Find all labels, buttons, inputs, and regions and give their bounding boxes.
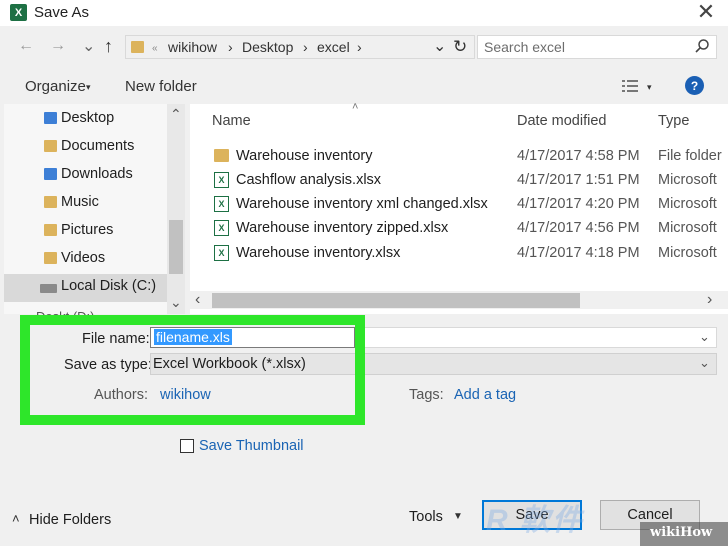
hide-folders-icon[interactable]: ˄ <box>12 511 20 526</box>
excel-app-icon: X <box>10 4 27 21</box>
folder-icon <box>131 41 144 53</box>
scroll-down-icon[interactable]: ⌄ <box>170 294 182 311</box>
search-placeholder: Search excel <box>484 39 565 55</box>
file-name: Cashflow analysis.xlsx <box>236 172 382 188</box>
sort-ascending-icon: ˄ <box>352 101 359 113</box>
organize-button[interactable]: Organize <box>25 78 86 95</box>
file-date: 4/17/2017 4:18 PM <box>517 245 640 261</box>
nav-scrollbar[interactable] <box>167 104 185 314</box>
nav-item-label: Pictures <box>61 222 114 238</box>
videos-folder-icon <box>44 252 57 264</box>
column-header-date-modified[interactable]: Date modified <box>517 113 606 129</box>
file-date: 4/17/2017 4:56 PM <box>517 220 640 236</box>
folder-icon <box>214 149 229 162</box>
column-header-type[interactable]: Type <box>658 113 689 129</box>
save-as-type-dropdown-icon[interactable]: ⌄ <box>699 355 710 371</box>
file-name: Warehouse inventory xml changed.xlsx <box>236 196 488 212</box>
file-type: Microsoft <box>658 220 717 236</box>
nav-item-desktop[interactable]: Desktop <box>44 110 114 126</box>
tools-button[interactable]: Tools <box>409 509 443 525</box>
nav-item-label: Downloads <box>61 166 133 182</box>
column-header-name[interactable]: Name <box>212 113 251 129</box>
disk-icon <box>40 283 57 293</box>
view-options-icon[interactable] <box>622 79 638 95</box>
scroll-left-icon[interactable]: ‹ <box>195 291 200 309</box>
file-name: Warehouse inventory <box>236 148 373 164</box>
breadcrumb-desktop[interactable]: Desktop <box>242 39 293 55</box>
file-type: File folder <box>658 148 722 164</box>
nav-item-label: Music <box>61 194 99 210</box>
scroll-right-icon[interactable]: › <box>707 291 712 309</box>
view-caret-icon[interactable]: ▾ <box>647 82 652 93</box>
nav-item-label: Documents <box>61 138 135 154</box>
file-name: Warehouse inventory zipped.xlsx <box>236 220 449 236</box>
organize-caret-icon: ▾ <box>86 82 91 92</box>
file-type: Microsoft <box>658 196 717 212</box>
forward-arrow-icon[interactable]: → <box>50 37 66 55</box>
tools-caret-icon[interactable]: ▼ <box>453 511 463 522</box>
file-date: 4/17/2017 4:58 PM <box>517 148 640 164</box>
tags-label: Tags: <box>409 387 444 403</box>
overflow-icon: « <box>152 43 158 54</box>
file-name-field-extension[interactable] <box>355 327 717 348</box>
nav-item-downloads[interactable]: Downloads <box>44 166 133 182</box>
back-arrow-icon[interactable]: ← <box>18 37 34 55</box>
pictures-folder-icon <box>44 224 57 236</box>
file-name: Warehouse inventory.xlsx <box>236 245 401 261</box>
help-icon[interactable]: ? <box>685 76 704 95</box>
file-name-dropdown-icon[interactable]: ⌄ <box>699 329 710 345</box>
scroll-up-icon[interactable]: ⌃ <box>170 106 182 123</box>
excel-file-icon: X <box>214 196 229 212</box>
save-thumbnail-label[interactable]: Save Thumbnail <box>199 438 304 454</box>
file-list-scrollbar-thumb[interactable] <box>212 293 580 308</box>
nav-item-local-disk[interactable]: Local Disk (C:) <box>40 278 156 294</box>
nav-item-documents[interactable]: Documents <box>44 138 134 154</box>
file-type: Microsoft <box>658 172 717 188</box>
nav-item-pictures[interactable]: Pictures <box>44 222 113 238</box>
save-thumbnail-checkbox[interactable] <box>180 439 194 453</box>
new-folder-button[interactable]: New folder <box>125 78 197 95</box>
breadcrumb-separator[interactable]: › <box>303 39 308 55</box>
nav-scrollbar-thumb[interactable] <box>169 220 183 274</box>
up-arrow-icon[interactable]: ↑ <box>104 36 113 57</box>
highlight-box <box>20 315 365 425</box>
excel-file-icon: X <box>214 220 229 236</box>
wikihow-badge: wikiHow <box>650 525 713 540</box>
close-icon[interactable]: ✕ <box>690 0 722 26</box>
nav-item-music[interactable]: Music <box>44 194 99 210</box>
command-toolbar <box>0 68 728 104</box>
add-tag-link[interactable]: Add a tag <box>454 387 516 403</box>
download-folder-icon <box>44 168 57 180</box>
nav-item-label: Videos <box>61 250 106 266</box>
file-date: 4/17/2017 1:51 PM <box>517 172 640 188</box>
file-type: Microsoft <box>658 245 717 261</box>
watermark-logo: R 軟件 <box>486 504 584 537</box>
recent-locations-icon[interactable]: ⌄ <box>82 36 95 56</box>
breadcrumb-excel[interactable]: excel <box>317 39 350 55</box>
refresh-icon[interactable]: ↻ <box>453 37 467 57</box>
nav-item-videos[interactable]: Videos <box>44 250 105 266</box>
window-title: Save As <box>34 4 90 21</box>
excel-file-icon: X <box>214 172 229 188</box>
hide-folders-button[interactable]: Hide Folders <box>29 512 111 528</box>
search-icon[interactable] <box>694 38 710 57</box>
nav-item-label: Desktop <box>61 110 115 126</box>
excel-file-icon: X <box>214 245 229 261</box>
documents-folder-icon <box>44 140 57 152</box>
file-date: 4/17/2017 4:20 PM <box>517 196 640 212</box>
breadcrumb-separator[interactable]: › <box>357 39 362 55</box>
breadcrumb-wikihow[interactable]: wikihow <box>168 39 217 55</box>
desktop-folder-icon <box>44 112 57 124</box>
address-dropdown-icon[interactable]: ⌄ <box>433 36 446 56</box>
title-bar <box>0 0 728 26</box>
music-folder-icon <box>44 196 57 208</box>
breadcrumb-separator[interactable]: › <box>228 39 233 55</box>
nav-item-label: Local Disk (C:) <box>61 278 157 294</box>
